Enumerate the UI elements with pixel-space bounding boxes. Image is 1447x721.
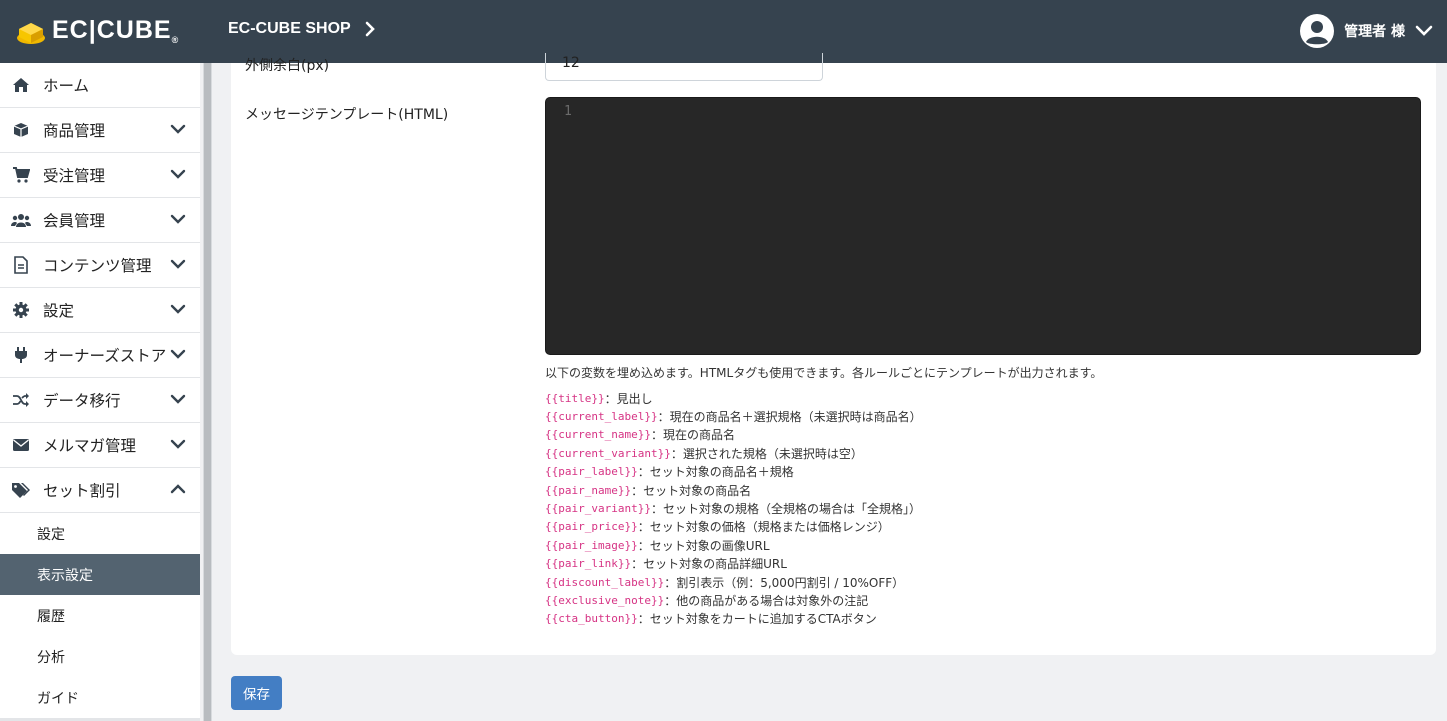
- sidebar-subitem-history[interactable]: 履歴: [0, 595, 200, 636]
- file-icon: [11, 255, 31, 275]
- sidebar-item-members[interactable]: 会員管理: [0, 198, 200, 243]
- cube-icon: [11, 120, 31, 140]
- sidebar-item-orders[interactable]: 受注管理: [0, 153, 200, 198]
- plug-icon: [11, 345, 31, 365]
- sidebar-scrollbar[interactable]: [203, 63, 212, 721]
- variable-item: {{title}} ：見出し: [545, 391, 653, 406]
- mail-icon: [11, 435, 31, 455]
- shuffle-icon: [11, 390, 31, 410]
- sidebar-subitem-display-settings[interactable]: 表示設定: [0, 554, 200, 595]
- sidebar-item-data-migration[interactable]: データ移行: [0, 378, 200, 423]
- user-name: 管理者 様: [1344, 24, 1405, 40]
- sidebar-item-products[interactable]: 商品管理: [0, 108, 200, 153]
- variable-item: {{current_label}} ：現在の商品名＋選択規格（未選択時は商品名）: [545, 410, 922, 425]
- gear-icon: [11, 300, 31, 320]
- chevron-down-icon: [170, 439, 186, 449]
- users-icon: [11, 210, 31, 230]
- template-code-editor[interactable]: 1: [545, 97, 1421, 355]
- variable-item: {{pair_name}} ：セット対象の商品名: [545, 483, 752, 498]
- logo-cube-icon: [17, 22, 45, 44]
- sidebar-item-settings[interactable]: 設定: [0, 288, 200, 333]
- template-help-text: 以下の変数を埋め込めます。HTMLタグも使用できます。各ルールごとにテンプレート…: [545, 366, 1103, 380]
- settings-card: 外側余白(px) 12 メッセージテンプレート(HTML) 1 以下の変数を埋め…: [231, 53, 1436, 655]
- variable-item: {{current_variant}} ：選択された規格（未選択時は空）: [545, 446, 863, 461]
- template-variable-list: {{title}} ：見出し {{current_label}} ：現在の商品名＋選…: [545, 389, 922, 628]
- chevron-down-icon: [170, 124, 186, 134]
- shop-name-link[interactable]: EC-CUBE SHOP: [228, 20, 375, 38]
- outer-margin-input[interactable]: 12: [545, 53, 823, 81]
- shop-name: EC-CUBE SHOP: [228, 20, 351, 37]
- chevron-up-icon: [170, 484, 186, 494]
- user-avatar-icon: [1300, 14, 1335, 48]
- sidebar-subitem-guide[interactable]: ガイド: [0, 677, 200, 718]
- outer-margin-value: 12: [562, 54, 580, 71]
- sidebar-item-mail-magazine[interactable]: メルマガ管理: [0, 423, 200, 468]
- sidebar-item-contents[interactable]: コンテンツ管理: [0, 243, 200, 288]
- chevron-down-icon: [170, 259, 186, 269]
- sidebar: ホーム 商品管理 受注管理 会員管理 コンテンツ管理 設定 オーナーズストア デ…: [0, 63, 200, 721]
- sidebar-subitem-settings[interactable]: 設定: [0, 513, 200, 554]
- chevron-down-icon: [170, 169, 186, 179]
- editor-line-number: 1: [564, 104, 572, 119]
- tags-icon: [11, 480, 31, 500]
- variable-item: {{exclusive_note}} ：他の商品がある場合は対象外の注記: [545, 593, 869, 608]
- variable-item: {{cta_button}} ：セット対象をカートに追加するCTAボタン: [545, 612, 877, 627]
- user-menu[interactable]: 管理者 様: [1300, 14, 1433, 48]
- variable-item: {{pair_label}} ：セット対象の商品名＋規格: [545, 465, 794, 480]
- chevron-down-icon: [170, 214, 186, 224]
- variable-item: {{pair_variant}} ：セット対象の規格（全規格の場合は「全規格」）: [545, 502, 921, 517]
- sidebar-item-home[interactable]: ホーム: [0, 63, 200, 108]
- variable-item: {{pair_image}} ：セット対象の画像URL: [545, 538, 770, 553]
- sidebar-item-set-discount[interactable]: セット割引: [0, 468, 200, 513]
- variable-item: {{pair_price}} ：セット対象の価格（規格または価格レンジ）: [545, 520, 890, 535]
- chevron-down-icon: [170, 304, 186, 314]
- outer-margin-label: 外側余白(px): [245, 58, 330, 74]
- sidebar-scrollbar-thumb[interactable]: [204, 63, 211, 721]
- chevron-down-icon: [170, 349, 186, 359]
- chevron-down-icon: [170, 394, 186, 404]
- chevron-down-icon: [1415, 25, 1433, 36]
- variable-item: {{current_name}} ：現在の商品名: [545, 428, 735, 443]
- variable-item: {{discount_label}} ：割引表示（例：5,000円割引 / 10%…: [545, 575, 905, 590]
- chevron-right-icon: [365, 21, 375, 37]
- save-button[interactable]: 保存: [231, 676, 282, 710]
- logo-text: EC|CUBE®: [52, 16, 180, 45]
- sidebar-item-owners-store[interactable]: オーナーズストア: [0, 333, 200, 378]
- cart-icon: [11, 165, 31, 185]
- ec-cube-logo[interactable]: EC|CUBE®: [16, 16, 179, 45]
- message-template-label: メッセージテンプレート(HTML): [245, 107, 449, 123]
- variable-item: {{pair_link}} ：セット対象の商品詳細URL: [545, 557, 787, 572]
- sidebar-subitem-analytics[interactable]: 分析: [0, 636, 200, 677]
- home-icon: [11, 75, 31, 95]
